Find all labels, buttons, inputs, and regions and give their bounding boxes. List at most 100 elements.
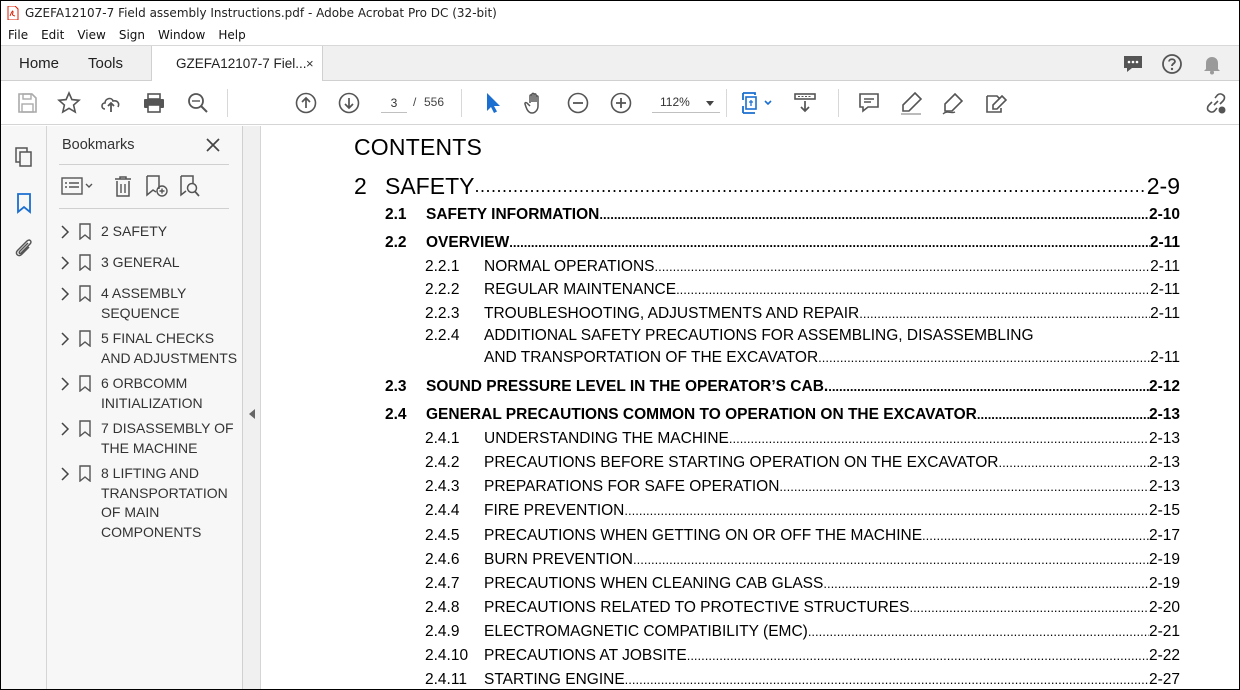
tab-document[interactable]: GZEFA12107-7 Fiel... × bbox=[151, 46, 323, 82]
toolbar-separator bbox=[726, 89, 727, 117]
toc-leader bbox=[655, 259, 1151, 276]
toc-subsection[interactable]: 2.2.3 TROUBLESHOOTING, ADJUSTMENTS AND RE… bbox=[425, 303, 1180, 323]
bookmark-label: 8 LIFTING AND TRANSPORTATION OF MAIN COM… bbox=[101, 465, 228, 540]
zoom-in-icon[interactable] bbox=[609, 91, 633, 115]
toolbar-separator bbox=[227, 89, 228, 117]
add-comment-icon[interactable] bbox=[857, 91, 881, 115]
toc-title: NORMAL OPERATIONS bbox=[484, 258, 655, 275]
toc-title: SAFETY INFORMATION bbox=[426, 206, 600, 223]
comment-bubble-icon[interactable] bbox=[1122, 53, 1144, 75]
toc-subsection[interactable]: 2.4.1 UNDERSTANDING THE MACHINE 2-13 bbox=[425, 428, 1180, 448]
toc-number: 2.4.10 bbox=[425, 647, 469, 664]
document-viewport[interactable]: CONTENTS 2 SAFETY 2-9 2.1 SAFETY INFORMAT… bbox=[262, 126, 1239, 689]
toc-subsection[interactable]: 2.4.11 STARTING ENGINE 2-27 bbox=[425, 669, 1180, 689]
attachments-paperclip-icon[interactable] bbox=[13, 237, 35, 259]
toc-number: 2.2 bbox=[385, 234, 407, 251]
toc-subsection[interactable]: 2.4.3 PREPARATIONS FOR SAFE OPERATION 2-13 bbox=[425, 476, 1180, 496]
delete-bookmark-icon[interactable] bbox=[111, 175, 135, 197]
toc-subsection[interactable]: 2.4.4 FIRE PREVENTION 2-15 bbox=[425, 500, 1180, 520]
upload-cloud-icon[interactable] bbox=[99, 91, 123, 115]
chevron-right-icon[interactable] bbox=[60, 287, 70, 301]
bookmark-star-icon[interactable] bbox=[57, 91, 81, 115]
bookmarks-panel-icon[interactable] bbox=[13, 192, 35, 214]
acrobat-app-icon bbox=[7, 6, 19, 20]
toc-title: SAFETY bbox=[385, 173, 475, 199]
toc-leader bbox=[823, 576, 1149, 593]
edit-pdf-icon[interactable] bbox=[984, 91, 1008, 115]
menu-view[interactable]: View bbox=[70, 28, 111, 42]
chevron-right-icon[interactable] bbox=[60, 256, 70, 270]
highlight-pen-icon[interactable] bbox=[899, 91, 923, 115]
hand-tool-icon[interactable] bbox=[523, 91, 547, 115]
close-tab-button[interactable]: × bbox=[306, 46, 314, 81]
chevron-right-icon[interactable] bbox=[60, 377, 70, 391]
next-page-icon[interactable] bbox=[337, 91, 361, 115]
bookmarks-panel: Bookmarks 2 SAFETY 3 GENERAL 4 ASSEMBLY … bbox=[47, 126, 243, 689]
toc-title: OVERVIEW bbox=[426, 234, 510, 251]
menu-sign[interactable]: Sign bbox=[112, 28, 151, 42]
toc-page: 2-13 bbox=[1148, 454, 1180, 471]
select-cursor-icon[interactable] bbox=[481, 91, 505, 115]
toc-subsection[interactable]: 2.4.7 PRECAUTIONS WHEN CLEANING CAB GLASS… bbox=[425, 573, 1180, 593]
toc-subsection[interactable]: 2.4.2 PRECAUTIONS BEFORE STARTING OPERATI… bbox=[425, 452, 1180, 472]
previous-page-icon[interactable] bbox=[294, 91, 318, 115]
toc-page: 2-13 bbox=[1148, 406, 1180, 423]
toc-title: FIRE PREVENTION bbox=[484, 502, 625, 519]
tab-home[interactable]: Home bbox=[19, 46, 59, 81]
page-fit-icon[interactable] bbox=[741, 91, 773, 115]
chevron-right-icon[interactable] bbox=[60, 422, 70, 436]
find-bookmark-icon[interactable] bbox=[178, 175, 202, 197]
page-thumbnails-icon[interactable] bbox=[13, 146, 35, 168]
zoom-out-icon[interactable] bbox=[566, 91, 590, 115]
share-link-icon[interactable] bbox=[1204, 91, 1228, 115]
menu-file[interactable]: File bbox=[1, 28, 34, 42]
scroll-mode-icon[interactable] bbox=[793, 91, 817, 115]
toc-section[interactable]: 2.4 GENERAL PRECAUTIONS COMMON TO OPERATI… bbox=[385, 404, 1180, 424]
toc-title: PREPARATIONS FOR SAFE OPERATION bbox=[484, 478, 780, 495]
toc-subsection[interactable]: 2.2.2 REGULAR MAINTENANCE 2-11 bbox=[425, 279, 1180, 299]
bookmark-options-icon[interactable] bbox=[61, 175, 95, 197]
collapse-panel-icon[interactable] bbox=[249, 409, 255, 419]
toc-subsection[interactable]: 2.4.5 PRECAUTIONS WHEN GETTING ON OR OFF … bbox=[425, 525, 1180, 545]
toc-section[interactable]: 2.2 OVERVIEW 2-11 bbox=[385, 232, 1180, 252]
toc-leader bbox=[624, 503, 1149, 520]
toc-title: PRECAUTIONS AT JOBSITE bbox=[484, 647, 687, 664]
zoom-search-icon[interactable] bbox=[186, 91, 210, 115]
toolbar-separator bbox=[838, 89, 839, 117]
toc-section[interactable]: 2.1 SAFETY INFORMATION 2-10 bbox=[385, 204, 1180, 224]
menu-window[interactable]: Window bbox=[151, 28, 211, 42]
toc-subsection[interactable]: AND TRANSPORTATION OF THE EXCAVATOR 2-11 bbox=[484, 347, 1180, 367]
chevron-right-icon[interactable] bbox=[60, 332, 70, 346]
new-bookmark-icon[interactable] bbox=[144, 175, 168, 197]
toc-section[interactable]: 2.3 SOUND PRESSURE LEVEL IN THE OPERATOR’… bbox=[385, 376, 1180, 396]
panel-splitter[interactable] bbox=[243, 126, 261, 689]
bookmark-icon bbox=[79, 420, 91, 437]
menu-bar: File Edit View Sign Window Help bbox=[1, 25, 1239, 45]
chevron-right-icon[interactable] bbox=[60, 225, 70, 239]
toc-subsection[interactable]: 2.4.8 PRECAUTIONS RELATED TO PROTECTIVE S… bbox=[425, 597, 1180, 617]
help-icon[interactable] bbox=[1161, 53, 1183, 75]
menu-help[interactable]: Help bbox=[211, 28, 251, 42]
chevron-right-icon[interactable] bbox=[60, 467, 70, 481]
sign-pen-icon[interactable] bbox=[941, 91, 965, 115]
tab-tools[interactable]: Tools bbox=[88, 46, 123, 81]
toc-title: ELECTROMAGNETIC COMPATIBILITY (EMC) bbox=[484, 623, 808, 640]
zoom-level-dropdown[interactable]: 112% bbox=[652, 93, 720, 113]
toc-page: 2-20 bbox=[1148, 599, 1180, 616]
toc-subsection[interactable]: 2.4.10 PRECAUTIONS AT JOBSITE 2-22 bbox=[425, 645, 1180, 665]
toc-subsection[interactable]: 2.2.1 NORMAL OPERATIONS 2-11 bbox=[425, 256, 1180, 276]
divider bbox=[59, 164, 229, 165]
print-icon[interactable] bbox=[142, 91, 166, 115]
page-number-input[interactable] bbox=[381, 93, 407, 113]
toc-number: 2.2.4 bbox=[425, 327, 460, 344]
toc-subsection[interactable]: 2.4.6 BURN PREVENTION 2-19 bbox=[425, 549, 1180, 569]
toc-subsection[interactable]: 2.4.9 ELECTROMAGNETIC COMPATIBILITY (EMC)… bbox=[425, 621, 1180, 641]
page-separator: / bbox=[413, 95, 417, 109]
acrobat-window: GZEFA12107-7 Field assembly Instructions… bbox=[0, 0, 1240, 690]
save-icon[interactable] bbox=[15, 91, 39, 115]
close-icon[interactable] bbox=[205, 137, 221, 153]
toc-chapter[interactable]: 2 SAFETY 2-9 bbox=[354, 172, 1180, 200]
toc-title: PRECAUTIONS BEFORE STARTING OPERATION ON… bbox=[484, 454, 999, 471]
menu-edit[interactable]: Edit bbox=[34, 28, 70, 42]
notifications-bell-icon[interactable] bbox=[1201, 53, 1223, 75]
